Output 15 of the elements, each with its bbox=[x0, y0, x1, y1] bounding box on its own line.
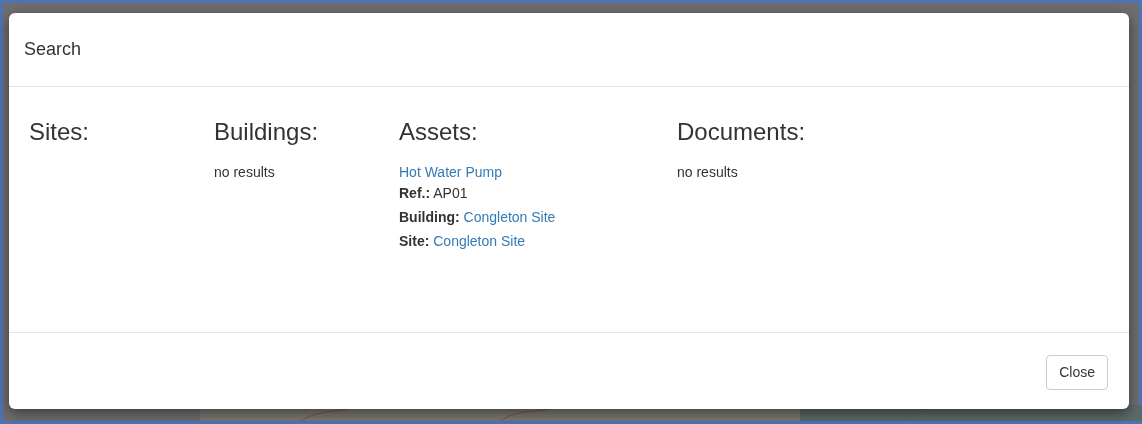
section-heading: Sites: bbox=[29, 119, 91, 146]
close-button[interactable]: Close bbox=[1046, 355, 1108, 390]
dialog-title: Search bbox=[24, 38, 82, 61]
field-label: Site: bbox=[399, 233, 430, 250]
field-link[interactable]: Congleton Site bbox=[463, 209, 556, 226]
field-label: Ref.: bbox=[399, 185, 431, 202]
section-heading: Assets: bbox=[399, 119, 479, 146]
no-results-text: no results bbox=[677, 163, 739, 183]
no-results-text: no results bbox=[214, 163, 276, 183]
field-label: Building: bbox=[399, 209, 460, 226]
field-link[interactable]: Congleton Site bbox=[433, 233, 526, 250]
field-value: AP01 bbox=[433, 185, 468, 202]
result-link[interactable]: Hot Water Pump bbox=[399, 162, 502, 184]
section-heading: Documents: bbox=[677, 119, 807, 146]
section-heading: Buildings: bbox=[214, 119, 320, 146]
